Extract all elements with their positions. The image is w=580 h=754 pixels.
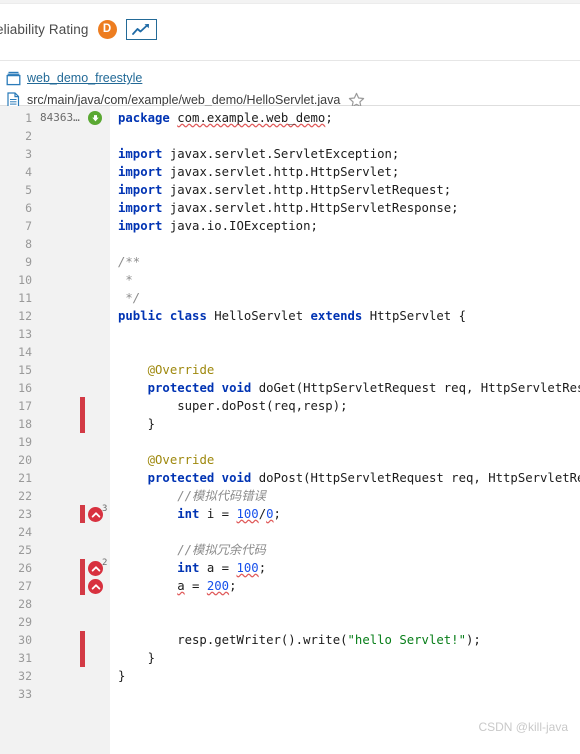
line-number: 14 [18, 345, 32, 359]
line-number: 5 [25, 183, 32, 197]
project-link[interactable]: web_demo_freestyle [27, 71, 142, 85]
code-line[interactable]: import javax.servlet.http.HttpServletRes… [118, 199, 459, 217]
line-number: 24 [18, 525, 32, 539]
code-line[interactable]: int i = 100/0; [118, 505, 281, 523]
code-line[interactable]: import java.io.IOException; [118, 217, 318, 235]
line-number: 23 [18, 507, 32, 521]
line-number: 32 [18, 669, 32, 683]
line-number: 28 [18, 597, 32, 611]
status-badge[interactable]: D [97, 20, 117, 39]
line-number: 19 [18, 435, 32, 449]
breadcrumb: web_demo_freestyle src/main/java/com/exa… [0, 62, 580, 108]
line-number: 6 [25, 201, 32, 215]
code-line[interactable]: super.doPost(req,resp); [118, 397, 347, 415]
code-line[interactable]: } [118, 649, 155, 667]
code-line[interactable]: /** [118, 253, 140, 271]
line-number: 7 [25, 219, 32, 233]
metric-header-bar: eliability Rating D [0, 0, 580, 61]
line-number: 13 [18, 327, 32, 341]
issue-count-badge: 3 [102, 504, 108, 514]
chevron-up-glyph [91, 583, 100, 589]
line-number: 1 [25, 111, 32, 125]
line-number: 15 [18, 363, 32, 377]
code-line[interactable]: import javax.servlet.ServletException; [118, 145, 399, 163]
change-marker-bar[interactable] [80, 631, 85, 667]
sonarlint-issue-icon[interactable] [88, 579, 103, 594]
code-line[interactable]: package com.example.web_demo; [118, 109, 333, 127]
line-number: 10 [18, 273, 32, 287]
trending-up-icon [131, 24, 149, 35]
code-content[interactable]: package com.example.web_demo;import java… [118, 106, 580, 754]
line-number: 12 [18, 309, 32, 323]
line-number: 2 [25, 129, 32, 143]
reliability-rating-label: eliability Rating [0, 22, 89, 37]
code-line[interactable]: @Override [118, 361, 215, 379]
file-path-label: src/main/java/com/example/web_demo/Hello… [27, 93, 341, 107]
down-arrow-glyph [91, 114, 99, 121]
issue-count-badge: 2 [102, 558, 108, 568]
line-number: 4 [25, 165, 32, 179]
line-number: 31 [18, 651, 32, 665]
download-arrow-icon[interactable] [88, 111, 102, 125]
sonarlint-issue-icon[interactable] [88, 561, 103, 576]
code-line[interactable]: import javax.servlet.http.HttpServlet; [118, 163, 399, 181]
sonarlint-issue-icon[interactable] [88, 507, 103, 522]
chevron-up-glyph [91, 565, 100, 571]
chevron-up-glyph [91, 511, 100, 517]
line-number: 9 [25, 255, 32, 269]
line-number: 20 [18, 453, 32, 467]
project-folder-icon [6, 71, 21, 85]
code-line[interactable]: //模拟代码错误 [118, 487, 266, 505]
line-number: 22 [18, 489, 32, 503]
line-number: 29 [18, 615, 32, 629]
line-number: 26 [18, 561, 32, 575]
line-number: 17 [18, 399, 32, 413]
gutter-separator [109, 106, 110, 754]
code-line[interactable]: a = 200; [118, 577, 236, 595]
line-number: 11 [18, 291, 32, 305]
change-marker-bar[interactable] [80, 505, 85, 523]
code-line[interactable]: */ [118, 289, 140, 307]
change-marker-bar[interactable] [80, 397, 85, 433]
line-number: 21 [18, 471, 32, 485]
line-number: 8 [25, 237, 32, 251]
trend-chart-button[interactable] [125, 19, 157, 40]
breadcrumb-project-row: web_demo_freestyle [6, 68, 580, 88]
code-line[interactable]: resp.getWriter().write("hello Servlet!")… [118, 631, 481, 649]
line-number: 30 [18, 633, 32, 647]
line-number: 25 [18, 543, 32, 557]
git-blame-revision[interactable]: 84363… [40, 109, 80, 127]
code-line[interactable]: * [118, 271, 132, 289]
code-line[interactable]: @Override [118, 451, 215, 469]
line-number: 18 [18, 417, 32, 431]
code-line[interactable]: //模拟冗余代码 [118, 541, 266, 559]
code-line[interactable]: import javax.servlet.http.HttpServletReq… [118, 181, 451, 199]
code-line[interactable]: protected void doGet(HttpServletRequest … [118, 379, 580, 397]
line-number: 16 [18, 381, 32, 395]
watermark-label: CSDN @kill-java [478, 720, 568, 734]
code-line[interactable]: public class HelloServlet extends HttpSe… [118, 307, 466, 325]
change-marker-bar[interactable] [80, 559, 85, 595]
code-line[interactable]: int a = 100; [118, 559, 266, 577]
code-editor[interactable]: 1 2 3 4 5 6 7 8 9 10 11 12 13 14 15 16 17 18 19 20 21 22 23 24 2… [0, 106, 580, 754]
line-number: 27 [18, 579, 32, 593]
line-number: 3 [25, 147, 32, 161]
code-line[interactable]: } [118, 415, 155, 433]
code-line[interactable]: protected void doPost(HttpServletRequest… [118, 469, 580, 487]
code-line[interactable]: } [118, 667, 125, 685]
line-number: 33 [18, 687, 32, 701]
reliability-rating-row: eliability Rating D [0, 19, 157, 40]
